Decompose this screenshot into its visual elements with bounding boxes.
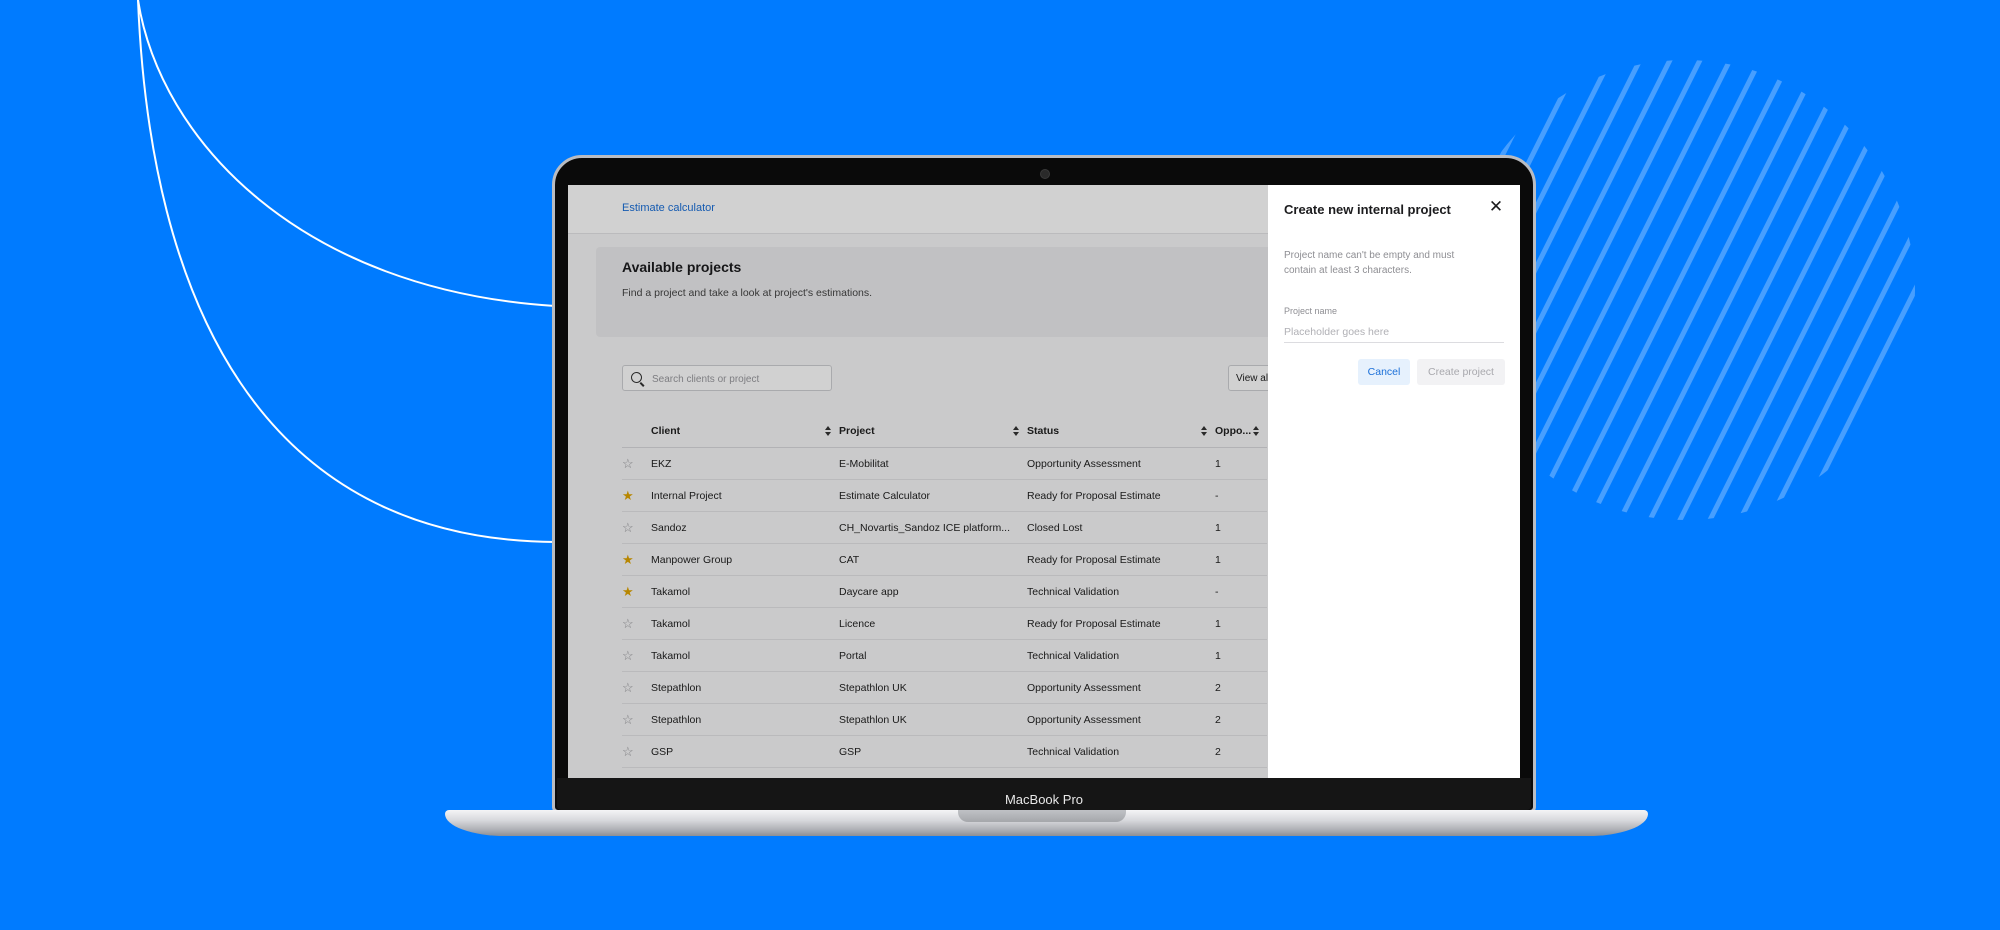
laptop-screen: Estimate calculator Available projects F… xyxy=(568,185,1520,778)
panel-title: Create new internal project xyxy=(1284,202,1451,217)
device-brand-label: MacBook Pro xyxy=(1004,792,1084,807)
create-project-panel: Create new internal project ✕ Project na… xyxy=(1268,185,1520,778)
project-name-input[interactable] xyxy=(1284,322,1504,343)
cancel-button[interactable]: Cancel xyxy=(1358,359,1410,385)
close-icon[interactable]: ✕ xyxy=(1488,198,1504,215)
project-name-label: Project name xyxy=(1284,306,1338,316)
app-window: Estimate calculator Available projects F… xyxy=(568,185,1296,778)
camera-icon xyxy=(1040,169,1050,179)
modal-backdrop[interactable] xyxy=(568,185,1268,778)
create-project-button[interactable]: Create project xyxy=(1417,359,1505,385)
laptop-opening-notch xyxy=(958,810,1126,822)
validation-hint: Project name can't be empty and must con… xyxy=(1284,250,1455,276)
